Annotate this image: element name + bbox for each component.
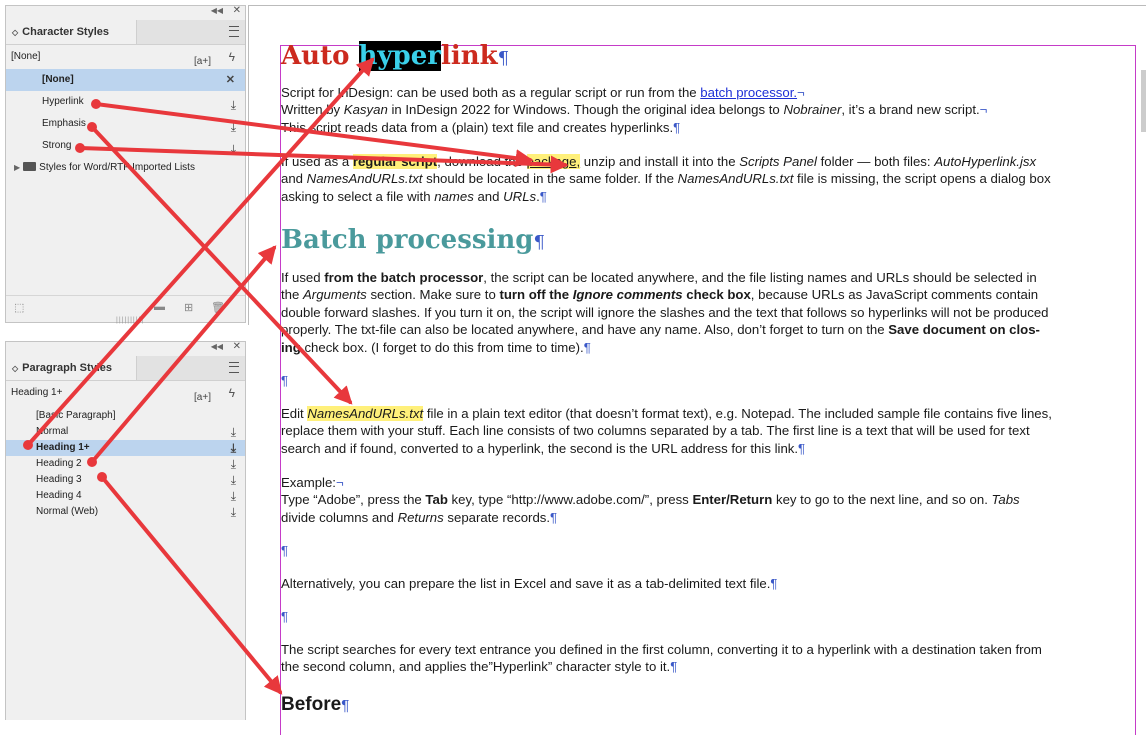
- paragraph-intro[interactable]: Script for InDesign: can be used both as…: [281, 84, 1136, 136]
- load-styles-icon[interactable]: ⬚: [14, 301, 24, 314]
- collapse-icon[interactable]: ◀◀: [211, 6, 223, 15]
- package-link[interactable]: package,: [526, 154, 581, 169]
- style-row-heading-3[interactable]: Heading 3 ⤓: [6, 472, 245, 488]
- chevron-updown-icon: ◇: [12, 28, 19, 37]
- paragraph-excel[interactable]: Alternatively, you can prepare the list …: [281, 575, 1136, 592]
- resize-grip[interactable]: ||||||||||: [116, 317, 144, 324]
- empty-paragraph: ¶: [281, 373, 289, 388]
- panel-menu-icon[interactable]: [229, 26, 239, 37]
- expand-triangle-icon[interactable]: ▶: [14, 163, 20, 172]
- style-row-normal[interactable]: Normal ⤓: [6, 424, 245, 440]
- close-icon[interactable]: ✕: [233, 5, 241, 16]
- new-style-icon[interactable]: ⊞: [184, 301, 193, 314]
- paragraph-style-list: [Basic Paragraph] Normal ⤓ Heading 1+ ⤓ He…: [6, 408, 245, 520]
- style-row-strong[interactable]: Strong ⤓: [6, 135, 245, 157]
- panel-menu-icon[interactable]: [229, 362, 239, 373]
- panel-titlebar: ◀◀ ✕: [6, 341, 245, 356]
- chevron-updown-icon: ◇: [12, 364, 19, 373]
- download-icon: ⤓: [230, 489, 236, 503]
- download-icon: ⤓: [230, 473, 236, 487]
- quick-apply-icon[interactable]: ϟ: [229, 381, 235, 405]
- batch-processor-link[interactable]: batch processor.: [700, 85, 797, 100]
- tab-character-styles[interactable]: ◇ Character Styles: [6, 20, 137, 44]
- current-style-row: [None] [a+] ϟ: [6, 45, 245, 69]
- heading-before[interactable]: Before¶: [281, 694, 1136, 717]
- current-style-name: [None]: [11, 51, 41, 62]
- collapse-icon[interactable]: ◀◀: [211, 342, 223, 351]
- text-selection: hyper: [358, 41, 441, 71]
- new-group-icon[interactable]: ▬: [154, 301, 165, 313]
- paragraph-styles-panel: ◀◀ ✕ ◇ Paragraph Styles Heading 1+ [a+] ϟ…: [5, 341, 246, 720]
- download-icon: ⤓: [230, 425, 236, 439]
- panel-titlebar: ◀◀ ✕: [6, 5, 245, 20]
- style-group-word-rtf[interactable]: ▶ Styles for Word/RTF Imported Lists: [6, 157, 245, 179]
- quick-apply-icon[interactable]: ϟ: [229, 45, 235, 69]
- no-override-icon: ✕: [225, 74, 235, 86]
- folder-icon: [23, 162, 37, 171]
- paragraph-example[interactable]: Example:¬ Type “Adobe”, press the Tab ke…: [281, 474, 1136, 526]
- panel-footer: ⬚ ▬ ⊞ 🗑 ||||||||||: [6, 295, 245, 324]
- paragraph-script-searches[interactable]: The script searches for every text entra…: [281, 641, 1136, 676]
- paragraph-regular-script[interactable]: If used as a regular script, download th…: [281, 153, 1136, 205]
- trash-icon[interactable]: 🗑: [211, 301, 225, 314]
- heading-batch-processing[interactable]: Batch processing¶: [281, 225, 1136, 258]
- character-styles-panel: ◀◀ ✕ ◇ Character Styles [None] [a+] ϟ [No…: [5, 5, 246, 324]
- empty-paragraph: ¶: [281, 609, 289, 624]
- empty-paragraph: ¶: [281, 543, 289, 558]
- panel-tabbar: ◇ Paragraph Styles: [6, 356, 245, 381]
- text-frame[interactable]: [280, 45, 1136, 735]
- style-row-normal-web[interactable]: Normal (Web) ⤓: [6, 504, 245, 520]
- scrollbar[interactable]: [1141, 70, 1146, 132]
- style-row-emphasis[interactable]: Emphasis ⤓: [6, 113, 245, 135]
- style-row-basic-paragraph[interactable]: [Basic Paragraph]: [6, 408, 245, 424]
- heading-auto-hyperlink[interactable]: Auto hyperlink¶: [281, 41, 1136, 74]
- tab-paragraph-styles[interactable]: ◇ Paragraph Styles: [6, 356, 137, 380]
- current-style-name: Heading 1+: [11, 387, 63, 398]
- style-row-hyperlink[interactable]: Hyperlink ⤓: [6, 91, 245, 113]
- page-edge: [248, 5, 1146, 6]
- paragraph-batch-processor[interactable]: If used from the batch processor, the sc…: [281, 269, 1136, 356]
- current-style-row: Heading 1+ [a+] ϟ: [6, 381, 245, 405]
- download-icon: ⤓: [230, 457, 236, 471]
- style-row-heading-1[interactable]: Heading 1+ ⤓: [6, 440, 245, 456]
- paragraph-edit-file[interactable]: Edit NamesAndURLs.txt file in a plain te…: [281, 405, 1136, 457]
- panel-tabbar: ◇ Character Styles: [6, 20, 245, 45]
- download-icon: ⤓: [230, 505, 236, 519]
- download-icon: ⤓: [230, 441, 236, 455]
- page-edge: [248, 5, 249, 325]
- character-style-list: [None] ✕ Hyperlink ⤓ Emphasis ⤓ Strong ⤓ ▶ St…: [6, 69, 245, 179]
- style-row-heading-2[interactable]: Heading 2 ⤓: [6, 456, 245, 472]
- style-row-none[interactable]: [None] ✕: [6, 69, 245, 91]
- close-icon[interactable]: ✕: [233, 341, 241, 352]
- new-style-from-selection-button[interactable]: [a+]: [194, 386, 211, 410]
- style-row-heading-4[interactable]: Heading 4 ⤓: [6, 488, 245, 504]
